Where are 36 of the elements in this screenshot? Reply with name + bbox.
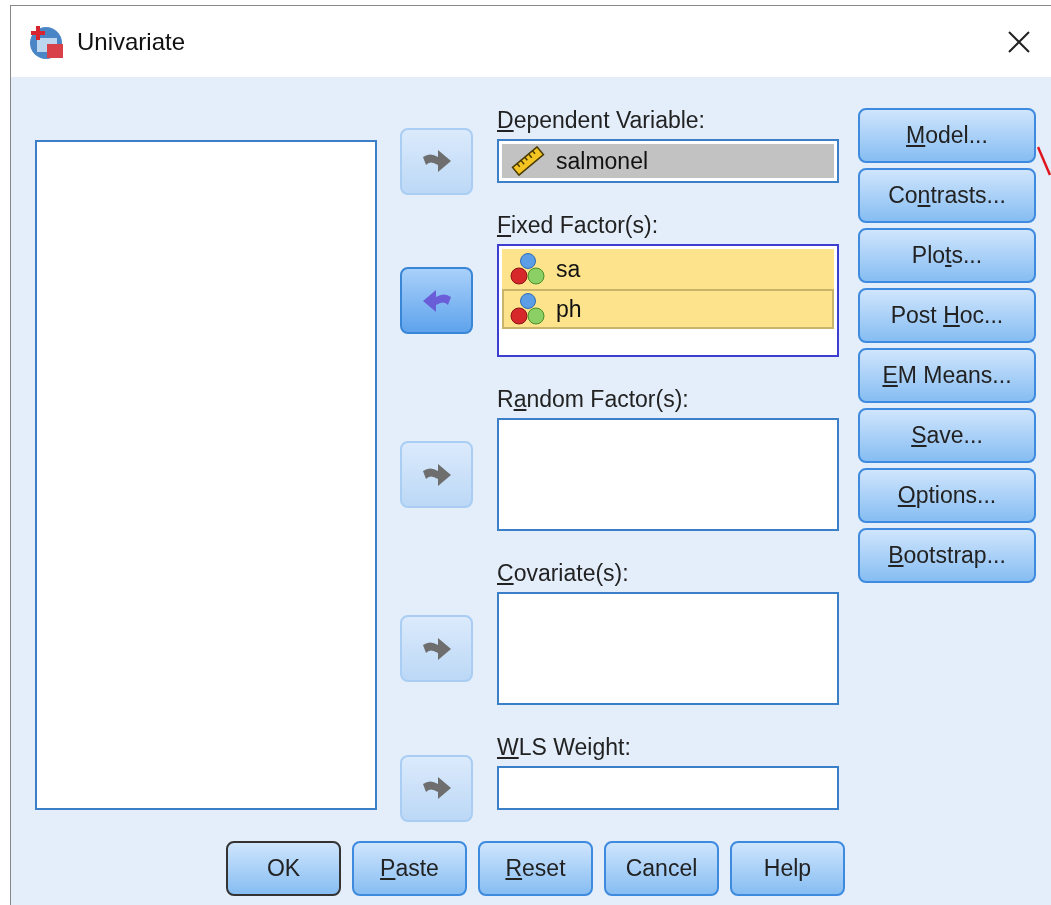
dialog-button[interactable]: Options...	[858, 468, 1036, 523]
dialog-button[interactable]: Model...	[858, 108, 1036, 163]
dialog-button[interactable]: Plots...	[858, 228, 1036, 283]
nominal-variable-icon	[510, 292, 546, 326]
variable-item[interactable]: ph	[502, 289, 834, 329]
variable-list[interactable]	[497, 418, 839, 531]
dialog-button[interactable]: Post Hoc...	[858, 288, 1036, 343]
dialog-button[interactable]: Contrasts...	[858, 168, 1036, 223]
field-label: Random Factor(s):	[497, 386, 690, 412]
close-icon	[1007, 29, 1031, 54]
app-icon	[29, 23, 65, 60]
window-title: Univariate	[77, 27, 186, 56]
arrow-right-icon	[421, 775, 452, 801]
arrow-right-icon	[421, 635, 452, 662]
dialog-button[interactable]: Cancel	[604, 841, 719, 896]
variable-field[interactable]	[497, 766, 839, 810]
move-button[interactable]	[400, 267, 473, 334]
dialog-button[interactable]: Save...	[858, 408, 1036, 463]
dialog-button[interactable]: OK	[226, 841, 341, 896]
arrow-right-icon	[421, 461, 452, 488]
variable-list[interactable]	[497, 592, 839, 705]
annotation-line	[1037, 146, 1051, 176]
dialog-button[interactable]: Paste	[352, 841, 467, 896]
field-label: Covariate(s):	[497, 560, 630, 586]
dialog-button[interactable]: EM Means...	[858, 348, 1036, 403]
dialog-button[interactable]: Bootstrap...	[858, 528, 1036, 583]
field-label: WLS Weight:	[497, 734, 632, 760]
field-label: Dependent Variable:	[497, 107, 706, 133]
arrow-right-icon	[421, 148, 452, 174]
field-label: Fixed Factor(s):	[497, 212, 660, 238]
nominal-variable-icon	[510, 252, 546, 286]
dialog-button[interactable]: Reset	[478, 841, 593, 896]
variable-item[interactable]: sa	[502, 249, 834, 289]
arrow-left-icon	[421, 287, 452, 314]
dialog-button[interactable]: Help	[730, 841, 845, 896]
variable-list[interactable]: sa ph	[497, 244, 839, 357]
